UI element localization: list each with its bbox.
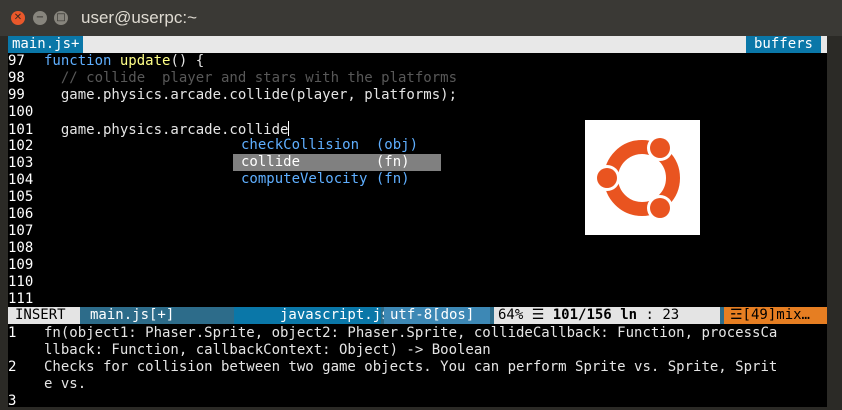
code-token: game.physics.arcade.collide (44, 122, 289, 138)
code-line[interactable]: 111 (8, 291, 827, 308)
tabline: main.js+ buffers (8, 36, 827, 53)
line-number: 109 (8, 257, 34, 273)
code-token: game.physics.arcade.collide(player, plat… (44, 87, 458, 103)
menu-lines-icon: ☰ (531, 307, 545, 323)
line-number: 107 (8, 223, 34, 239)
status-percent: 64% (498, 307, 524, 323)
code-line[interactable]: 98 // collide player and stars with the … (8, 70, 827, 87)
code-token: update (119, 53, 171, 69)
ubuntu-logo-icon (594, 135, 680, 221)
completion-item[interactable]: checkCollision (obj) (233, 137, 441, 154)
preview-line: e vs. (8, 376, 827, 393)
code-token: function (44, 53, 112, 69)
terminal[interactable]: main.js+ buffers 97 function update() {98… (8, 36, 827, 410)
window-title: user@userpc:~ (81, 8, 198, 27)
preview-line: 1 fn(object1: Phaser.Sprite, object2: Pha… (8, 325, 827, 342)
preview-line-number: 3 (8, 393, 17, 409)
code-line[interactable]: 110 (8, 274, 827, 291)
line-number: 102 (8, 138, 34, 154)
line-number: 97 (8, 53, 25, 69)
status-filetype: javascript.jsx (234, 307, 398, 324)
line-number: 110 (8, 274, 34, 290)
mode-indicator: INSERT (8, 307, 80, 324)
preview-line: 2 Checks for collision between two game o… (8, 359, 827, 376)
code-line[interactable]: 107 (8, 223, 827, 240)
line-number: 103 (8, 155, 34, 171)
statusline: INSERT main.js[+] javascript.jsx utf-8[d… (8, 307, 827, 324)
code-line[interactable]: 106 (8, 206, 827, 223)
line-number: 105 (8, 189, 34, 205)
code-token: () { (170, 53, 205, 69)
line-number: 99 (8, 87, 25, 103)
preview-text: llback: Function, callbackContext: Objec… (44, 342, 491, 358)
close-window-button[interactable]: ✕ (11, 11, 25, 25)
completion-item[interactable]: computeVelocity (fn) (233, 171, 441, 188)
status-column: : 23 (645, 307, 680, 323)
code-line[interactable]: 97 function update() { (8, 53, 827, 70)
status-ln-label: ln (620, 307, 638, 323)
completion-popup[interactable]: checkCollision (obj) collide (fn) computeV… (233, 137, 441, 188)
code-line[interactable]: 101 game.physics.arcade.collide (8, 121, 827, 138)
line-number: 104 (8, 172, 34, 188)
preview-text: Checks for collision between two game ob… (44, 359, 778, 375)
preview-line-number: 1 (8, 325, 17, 341)
maximize-window-button[interactable]: □ (54, 11, 68, 25)
code-line[interactable]: 108 (8, 240, 827, 257)
preview-text: e vs. (44, 376, 87, 392)
preview-line: 3 (8, 393, 827, 410)
status-filename: main.js[+] (80, 307, 234, 324)
line-number: 111 (8, 291, 34, 307)
status-warning-badge: ☲[49]mix… (724, 307, 827, 324)
code-line[interactable]: 99 game.physics.arcade.collide(player, p… (8, 87, 827, 104)
line-number: 108 (8, 240, 34, 256)
completion-item[interactable]: collide (fn) (233, 154, 441, 171)
status-line-position: 101/156 (552, 307, 612, 323)
line-number: 100 (8, 104, 34, 120)
preview-line-number: 2 (8, 359, 17, 375)
preview-line: llback: Function, callbackContext: Objec… (8, 342, 827, 359)
code-line[interactable]: 100 (8, 104, 827, 121)
minimize-window-button[interactable]: − (33, 11, 47, 25)
buffers-label: buffers (745, 36, 821, 53)
code-token: // collide player and stars with the pla… (44, 70, 458, 86)
line-number: 98 (8, 70, 25, 86)
text-cursor (288, 121, 290, 136)
status-encoding: utf-8[dos] (384, 307, 490, 324)
window-titlebar: ✕ − □ user@userpc:~ (0, 0, 842, 36)
status-position: 64% ☰ 101/156 ln : 23 (494, 307, 720, 324)
line-number: 106 (8, 206, 34, 222)
tab-main-js[interactable]: main.js+ (8, 36, 84, 53)
line-number: 101 (8, 122, 34, 138)
ubuntu-logo (585, 120, 700, 235)
code-line[interactable]: 105 (8, 189, 827, 206)
preview-text: fn(object1: Phaser.Sprite, object2: Phas… (44, 325, 778, 341)
code-line[interactable]: 109 (8, 257, 827, 274)
